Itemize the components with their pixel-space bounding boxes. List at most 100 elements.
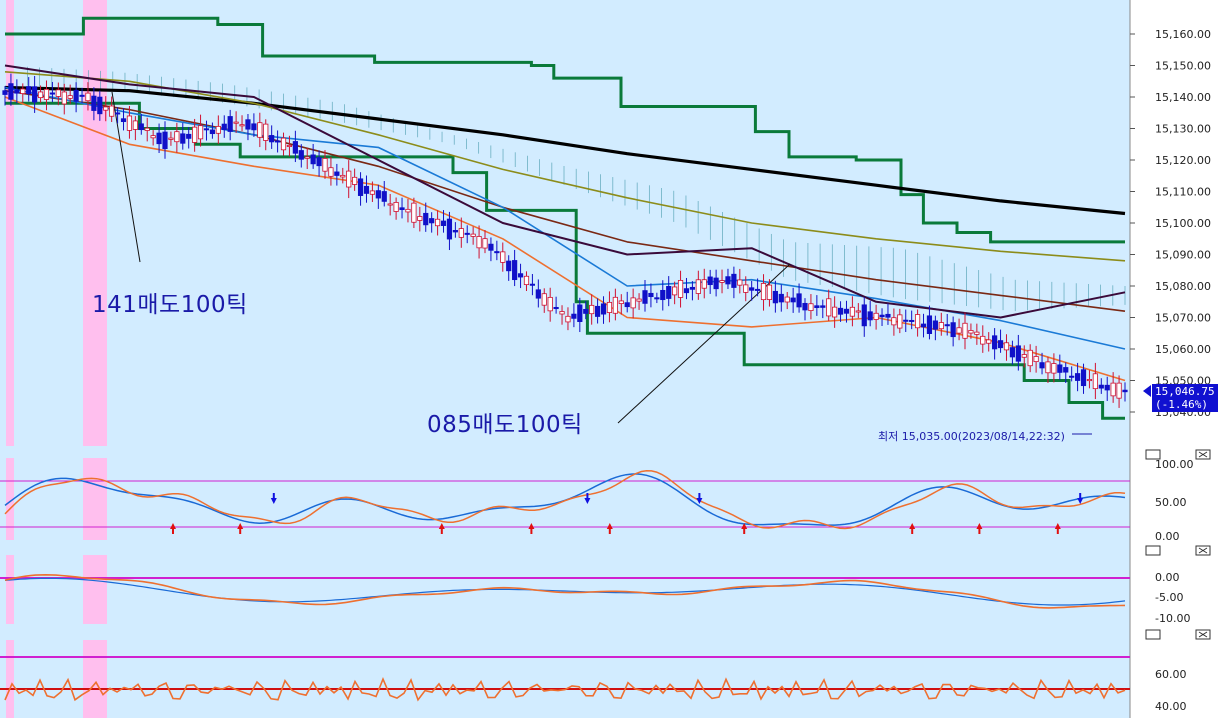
candle-body — [109, 105, 115, 117]
candle-body — [156, 132, 162, 145]
candle-body — [855, 310, 861, 313]
candle-body — [997, 340, 1004, 349]
candle-body — [849, 306, 856, 317]
candle-body — [832, 306, 838, 318]
candle-body — [749, 287, 755, 291]
candle-body — [328, 167, 334, 177]
candle-body — [695, 279, 701, 294]
candle-body — [956, 327, 962, 334]
candle-body — [1092, 373, 1098, 390]
candle-body — [346, 170, 352, 188]
candle-body — [1009, 347, 1016, 358]
candle-body — [535, 289, 541, 299]
candle-body — [257, 122, 263, 138]
candle-body — [926, 315, 933, 334]
candle-body — [980, 335, 986, 345]
candle-body — [1098, 384, 1104, 389]
chart-workspace: 15,160.00 15,150.00 15,140.00 15,130.00 15,1… — [0, 0, 1220, 718]
candle-body — [405, 208, 411, 213]
candle-body — [215, 125, 221, 134]
candle-body — [126, 115, 133, 131]
price-tick-label: 15,160.00 — [1155, 28, 1211, 41]
candle-body — [14, 89, 20, 94]
panel-restore-icon — [1145, 629, 1161, 640]
candle-body — [512, 260, 518, 281]
candle-body — [298, 150, 304, 160]
candle-body — [440, 220, 447, 226]
candle-body — [589, 304, 595, 315]
candle-body — [1080, 369, 1087, 387]
candle-body — [263, 123, 269, 141]
candle-body — [932, 320, 938, 330]
candle-body — [138, 123, 144, 131]
candle-body — [766, 284, 773, 300]
candle-body — [1021, 354, 1027, 358]
chart-canvas[interactable]: 15,160.00 15,150.00 15,140.00 15,130.00 15,1… — [0, 0, 1220, 718]
candle-body — [944, 324, 950, 327]
candle-body — [820, 305, 826, 308]
candle-body — [1116, 382, 1122, 399]
price-tick-label: 15,120.00 — [1155, 154, 1211, 167]
candle-body — [861, 304, 867, 327]
candle-body — [541, 293, 547, 306]
candle-body — [606, 301, 613, 313]
candle-body — [594, 305, 601, 317]
candle-body — [992, 335, 998, 350]
candle-body — [357, 178, 364, 196]
candle-body — [446, 218, 453, 240]
candle-body — [73, 89, 79, 102]
candle-body — [903, 319, 909, 322]
panel-gap — [0, 540, 1130, 555]
candle-body — [938, 322, 944, 330]
candle-body — [873, 312, 879, 320]
candle-body — [470, 233, 476, 237]
candle-body — [636, 298, 642, 302]
candle-body — [322, 158, 328, 172]
candle-body — [103, 106, 109, 111]
candle-body — [174, 131, 180, 143]
candle-body — [1039, 362, 1045, 369]
candle-body — [197, 125, 204, 140]
candle-body — [500, 251, 506, 263]
candle-body — [43, 88, 50, 100]
candle-body — [162, 131, 168, 150]
candle-body — [334, 171, 340, 176]
candle-body — [843, 308, 850, 314]
panel-restore-icon — [1145, 449, 1161, 460]
candle-body — [986, 339, 992, 344]
candle-body — [630, 297, 636, 309]
osc2-tick-label: 0.00 — [1155, 571, 1180, 584]
candle-body — [689, 286, 696, 290]
candle-body — [879, 314, 885, 318]
candle-body — [458, 228, 464, 238]
candle-body — [417, 216, 423, 221]
candle-body — [482, 238, 488, 249]
candle-body — [577, 304, 583, 322]
candle-body — [387, 203, 393, 206]
candle-body — [340, 174, 346, 178]
candle-body — [114, 112, 121, 115]
candle-body — [26, 86, 32, 95]
candle-body — [885, 313, 891, 318]
candle-body — [648, 292, 654, 298]
candle-body — [55, 89, 61, 97]
candle-body — [672, 286, 678, 296]
price-tick-label: 15,140.00 — [1155, 91, 1211, 104]
candle-body — [754, 288, 761, 291]
candle-body — [725, 276, 731, 285]
candle-body — [760, 283, 767, 301]
candle-body — [914, 314, 921, 329]
candle-body — [796, 293, 802, 308]
osc1-tick-label: 100.00 — [1155, 458, 1194, 471]
candle-body — [529, 283, 536, 286]
price-tick-label: 15,070.00 — [1155, 312, 1211, 325]
candle-body — [49, 92, 56, 95]
candle-body — [547, 296, 553, 312]
candle-body — [488, 243, 494, 251]
candle-body — [778, 293, 784, 303]
candle-body — [743, 284, 749, 293]
candle-body — [186, 133, 192, 139]
candle-body — [950, 322, 956, 338]
candle-body — [494, 251, 500, 254]
candle-body — [1003, 342, 1010, 351]
